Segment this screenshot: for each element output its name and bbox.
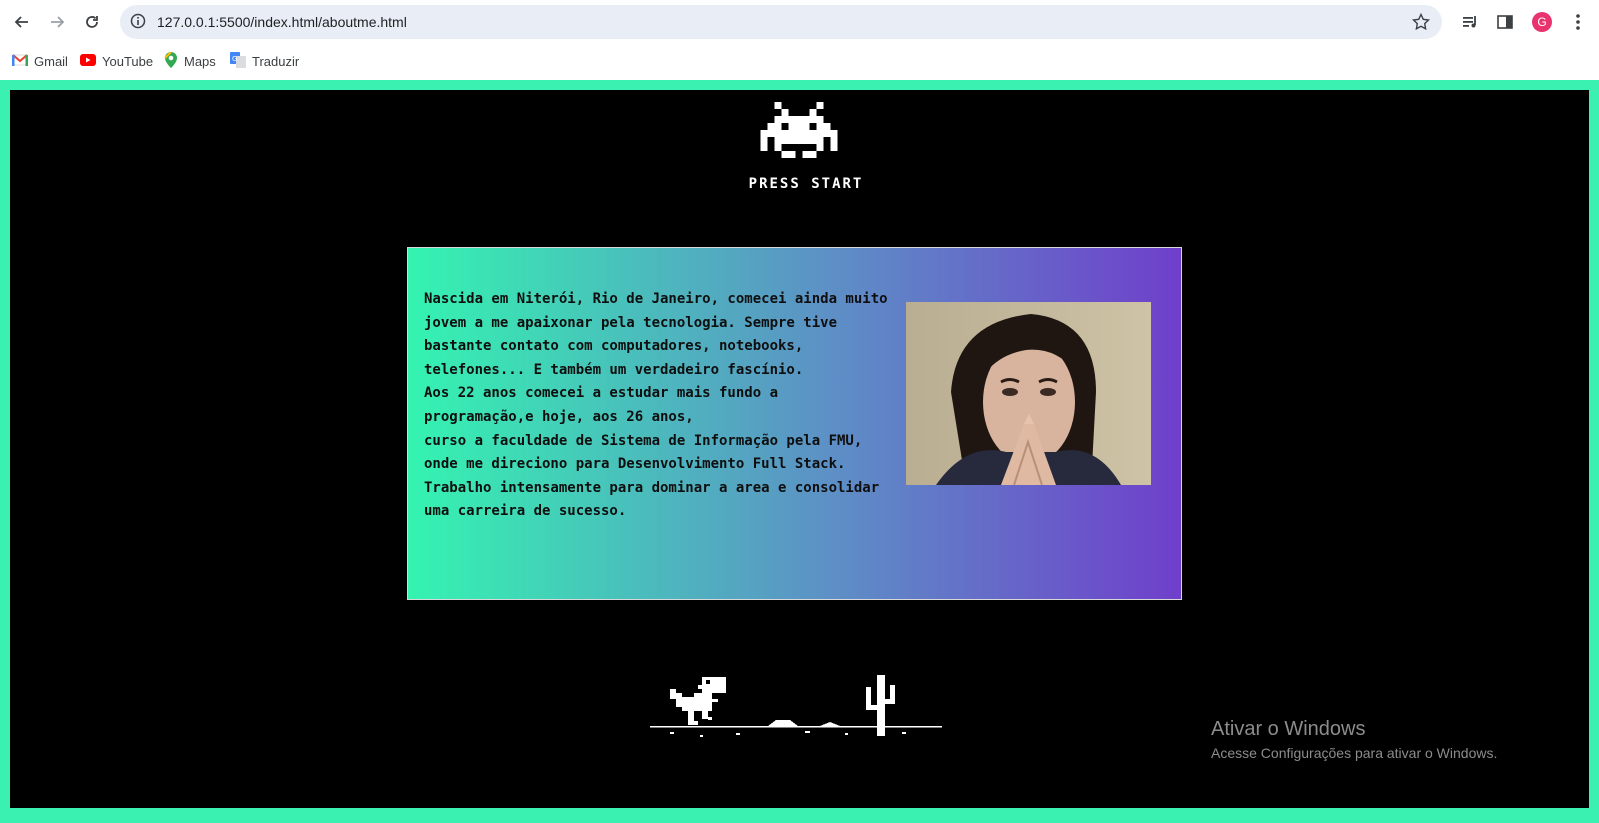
bio-paragraph: Nascida em Niterói, Rio de Janeiro, come… <box>424 291 888 378</box>
profile-avatar[interactable]: G <box>1532 12 1552 32</box>
black-stage: PRESS START Nascida em Niterói, Rio de J… <box>10 90 1589 808</box>
bookmark-label: Traduzir <box>252 53 300 69</box>
bio-text: Nascida em Niterói, Rio de Janeiro, come… <box>424 288 894 524</box>
space-invader-icon <box>760 102 838 163</box>
youtube-icon <box>80 53 96 69</box>
side-panel-icon[interactable] <box>1493 10 1517 34</box>
windows-activation-watermark: Ativar o Windows Acesse Configurações pa… <box>1211 718 1497 761</box>
about-card: Nascida em Niterói, Rio de Janeiro, come… <box>407 247 1182 600</box>
profile-photo <box>906 302 1151 485</box>
bio-paragraph: Trabalho intensamente para dominar a are… <box>424 479 880 520</box>
address-bar[interactable]: 127.0.0.1:5500/index.html/aboutme.html <box>120 5 1442 39</box>
svg-text:G: G <box>232 55 237 63</box>
watermark-subtitle: Acesse Configurações para ativar o Windo… <box>1211 745 1498 761</box>
bookmark-star-icon[interactable] <box>1411 12 1431 36</box>
bookmark-label: YouTube <box>102 53 154 69</box>
bookmark-gmail[interactable]: Gmail <box>12 51 68 71</box>
reload-icon[interactable] <box>80 10 104 34</box>
browser-toolbar: 127.0.0.1:5500/index.html/aboutme.html G <box>0 0 1599 44</box>
bio-paragraph: curso a faculdade de Sistema de Informaç… <box>424 432 863 473</box>
bio-paragraph: Aos 22 anos comecei a estudar mais fundo… <box>424 385 779 425</box>
maps-icon <box>164 50 178 71</box>
forward-arrow-icon[interactable] <box>45 10 69 34</box>
gmail-icon <box>12 53 28 69</box>
bookmark-translate[interactable]: G Traduzir <box>230 51 299 71</box>
media-control-icon[interactable] <box>1458 10 1482 34</box>
bookmark-label: Gmail <box>34 53 68 69</box>
url-text[interactable]: 127.0.0.1:5500/index.html/aboutme.html <box>157 14 407 30</box>
watermark-title: Ativar o Windows <box>1211 718 1366 740</box>
bookmarks-bar: Gmail YouTube Maps G Traduzir <box>0 44 1599 78</box>
bookmark-youtube[interactable]: YouTube <box>80 51 153 71</box>
dino-cactus-icon <box>640 675 942 750</box>
page-viewport: PRESS START Nascida em Niterói, Rio de J… <box>0 80 1599 823</box>
site-info-icon[interactable] <box>130 13 146 34</box>
kebab-menu-icon[interactable] <box>1566 10 1590 34</box>
bookmark-label: Maps <box>184 53 216 69</box>
translate-icon: G <box>230 51 246 71</box>
back-arrow-icon[interactable] <box>10 10 34 34</box>
bookmark-maps[interactable]: Maps <box>164 50 216 71</box>
press-start-label[interactable]: PRESS START <box>728 176 884 192</box>
